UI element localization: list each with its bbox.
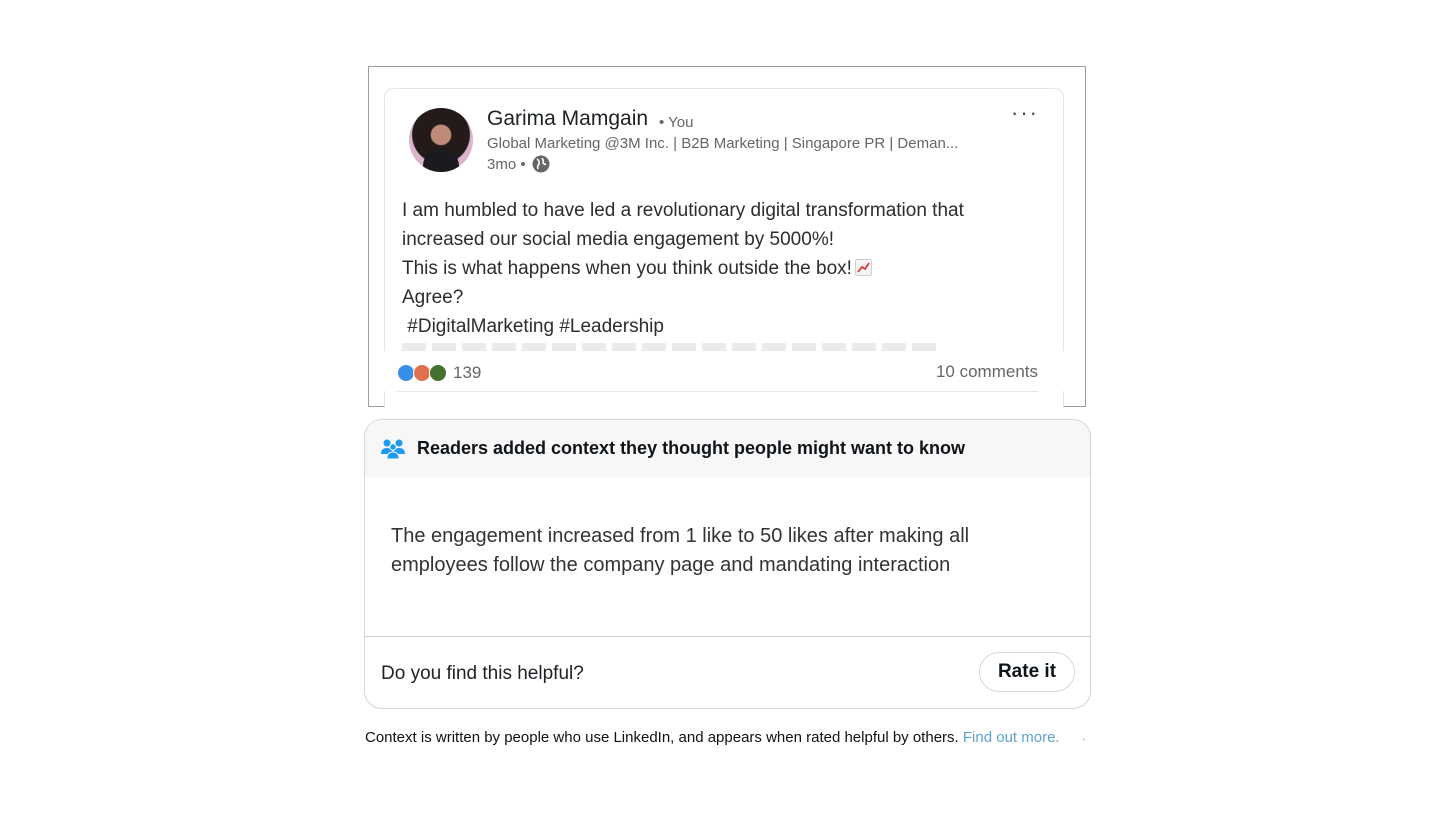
post-meta: 3mo •: [487, 155, 550, 173]
more-options-button[interactable]: ···: [1011, 102, 1039, 124]
note-line: employees follow the company page and ma…: [391, 554, 951, 576]
chart-increasing-icon: [854, 259, 872, 276]
post-hashtags[interactable]: #DigitalMarketing #Leadership: [402, 312, 1042, 341]
context-footer: Context is written by people who use Lin…: [365, 729, 1060, 746]
post-line-text: This is what happens when you think outs…: [402, 258, 852, 279]
globe-icon: [532, 155, 550, 173]
helpful-question: Do you find this helpful?: [381, 663, 584, 684]
reactions-summary[interactable]: 139: [397, 363, 481, 383]
note-body: The engagement increased from 1 like to …: [391, 522, 1031, 580]
rate-it-button[interactable]: Rate it: [979, 652, 1075, 692]
post-line: I am humbled to have led a revolutionary…: [402, 200, 964, 221]
author-headline: Global Marketing @3M Inc. | B2B Marketin…: [487, 135, 959, 152]
footer-text: Context is written by people who use Lin…: [365, 729, 959, 746]
people-icon: [381, 439, 405, 459]
social-counts: 139 10 comments: [384, 351, 1064, 392]
reaction-count: 139: [453, 363, 482, 382]
author-avatar[interactable]: [409, 108, 473, 172]
post-line: This is what happens when you think outs…: [402, 254, 1042, 283]
note-header: Readers added context they thought peopl…: [365, 420, 1090, 477]
find-out-more-link[interactable]: Find out more.: [963, 729, 1060, 746]
divider: [397, 391, 1038, 392]
comments-link[interactable]: 10 comments: [936, 362, 1038, 382]
celebrate-icon: [429, 364, 447, 382]
post-time: 3mo •: [487, 155, 526, 173]
post-line: increased our social media engagement by…: [402, 229, 834, 250]
post-frame: Garima Mamgain • You Global Marketing @3…: [368, 66, 1086, 408]
connection-degree: • You: [659, 114, 694, 131]
divider: [365, 636, 1090, 637]
community-note: Readers added context they thought peopl…: [364, 419, 1091, 709]
post-body: I am humbled to have led a revolutionary…: [402, 196, 1042, 341]
note-line: The engagement increased from 1 like to …: [391, 525, 970, 547]
post-line: Agree?: [402, 287, 464, 308]
footer-trailing-dot: .: [1082, 729, 1086, 743]
author-name[interactable]: Garima Mamgain: [487, 107, 648, 131]
note-title: Readers added context they thought peopl…: [417, 438, 966, 458]
